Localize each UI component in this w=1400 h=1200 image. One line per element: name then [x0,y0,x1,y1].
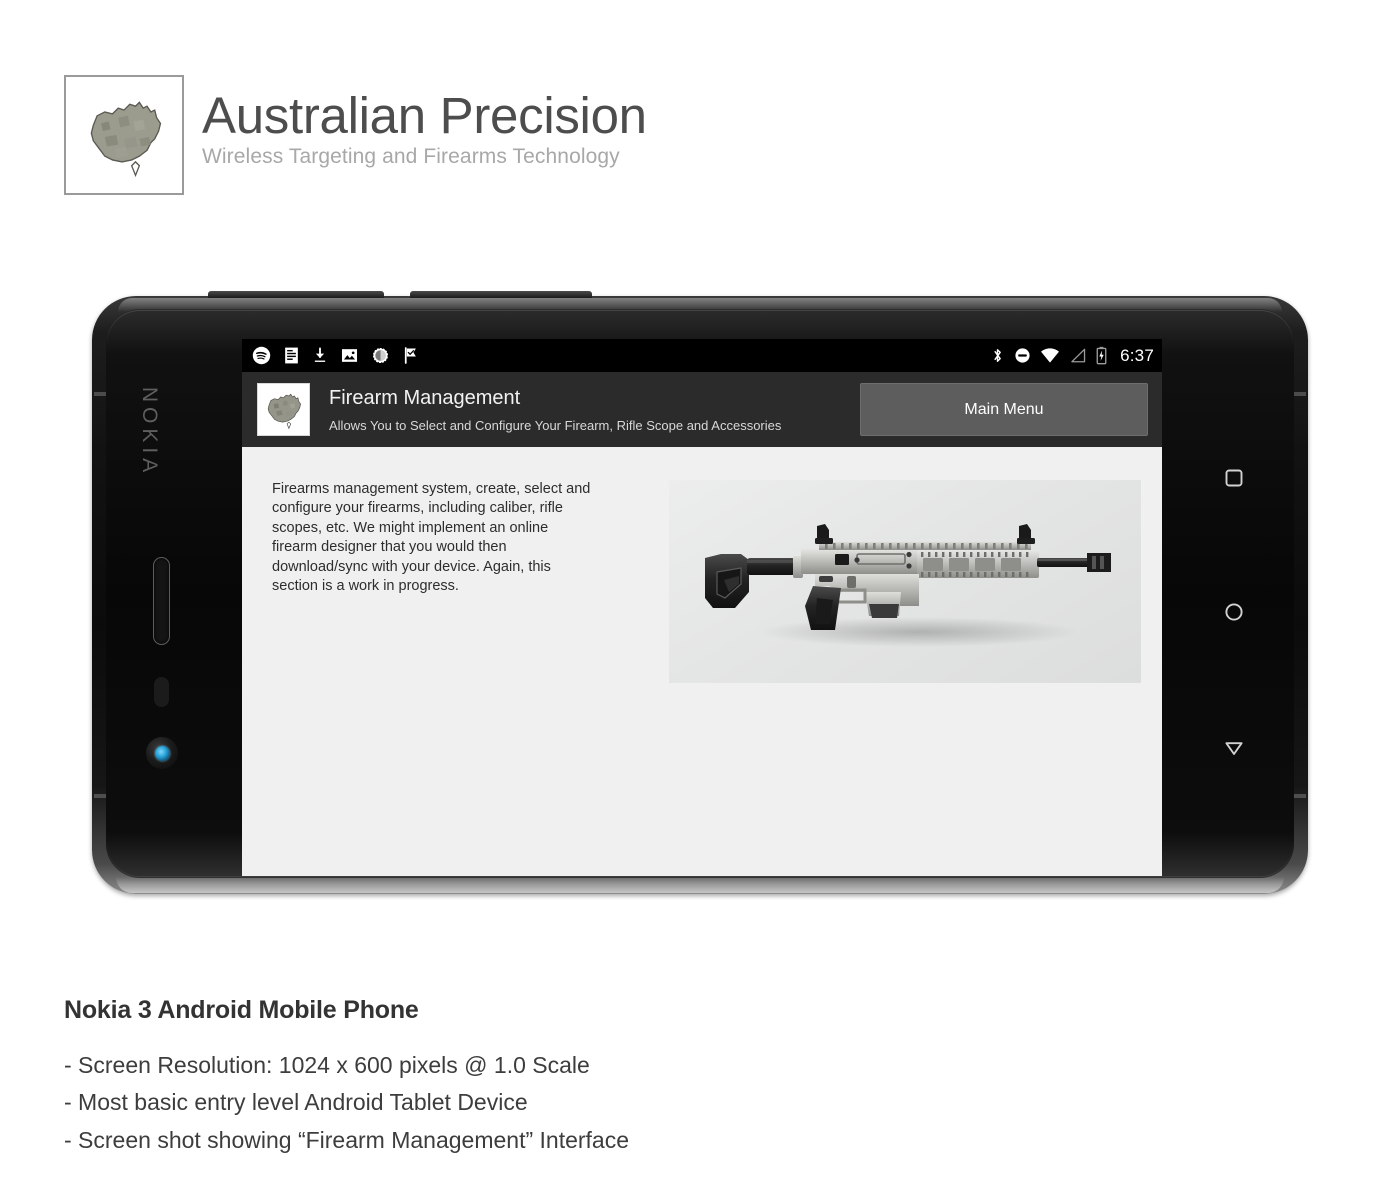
main-menu-button[interactable]: Main Menu [860,383,1148,436]
status-bar-clock: 6:37 [1120,345,1154,365]
spotify-icon [252,346,271,365]
app-title: Firearm Management [329,387,521,409]
recents-button[interactable] [1217,461,1251,495]
antenna-band [1293,794,1306,798]
caption-list: - Screen Resolution: 1024 x 600 pixels @… [64,1047,629,1159]
semi-automatic-rifle-image [705,524,1111,647]
proximity-sensor [154,677,169,707]
app-logo-tile [257,383,310,436]
app-subtitle: Allows You to Select and Configure Your … [329,418,782,433]
status-bar-right-icons: 6:37 [990,346,1154,366]
back-button[interactable] [1217,730,1251,764]
triangle-back-icon [1225,742,1243,755]
android-status-bar: 6:37 [242,339,1162,372]
front-camera [146,737,178,769]
app-content-area: Firearms management system, create, sele… [242,447,1162,876]
app-title-block: Firearm Management Allows You to Select … [329,386,781,433]
frame-gloss-bottom [116,877,1284,893]
australia-map-icon [90,101,162,178]
caption-line: - Most basic entry level Android Tablet … [64,1089,528,1116]
checkmark-flag-icon [404,347,416,364]
image-icon [341,349,358,362]
bluetooth-icon [994,349,1002,362]
cell-signal-icon [1071,348,1086,363]
australia-map-icon [267,393,301,430]
home-button[interactable] [1217,595,1251,629]
phone-screen: 6:37 Firearm Management Allows You to Se… [242,339,1162,876]
notes-list-icon [285,347,298,364]
nokia-phone-mockup: NOKIA 6:37 Firearm Management Allows You… [92,291,1308,894]
brand-title: Australian Precision [202,87,647,144]
circle-home-icon [1225,603,1243,622]
front-camera-lens [154,745,170,761]
do-not-disturb-icon [1015,348,1030,363]
brand-text-block: Australian Precision Wireless Targeting … [202,75,647,169]
download-icon [314,347,326,362]
antenna-band [1293,392,1306,396]
phone-bezel: NOKIA 6:37 Firearm Management Allows You… [106,309,1294,878]
description-paragraph: Firearms management system, create, sele… [272,481,591,595]
brand-logo-tile [64,75,184,195]
earpiece-speaker [153,557,170,645]
nokia-wordmark: NOKIA [138,386,161,478]
power-button[interactable] [410,291,592,298]
volume-rocker-button[interactable] [208,291,384,298]
app-header-bar: Firearm Management Allows You to Select … [242,372,1162,447]
wifi-icon [1041,348,1060,363]
brand-header: Australian Precision Wireless Targeting … [64,75,647,195]
brand-subtitle: Wireless Targeting and Firearms Technolo… [202,145,620,169]
caption-block: Nokia 3 Android Mobile Phone - Screen Re… [64,996,629,1159]
android-navigation-bar [1190,339,1278,876]
sync-progress-icon [372,347,389,364]
battery-charging-icon [1096,346,1107,365]
firearm-image-panel [669,480,1141,683]
phone-metal-frame: NOKIA 6:37 Firearm Management Allows You… [92,291,1308,894]
caption-line: - Screen shot showing “Firearm Managemen… [64,1126,630,1153]
caption-title: Nokia 3 Android Mobile Phone [64,996,419,1024]
caption-line: - Screen Resolution: 1024 x 600 pixels @… [64,1052,590,1078]
square-recents-icon [1225,469,1243,487]
status-bar-left-icons [252,346,419,365]
